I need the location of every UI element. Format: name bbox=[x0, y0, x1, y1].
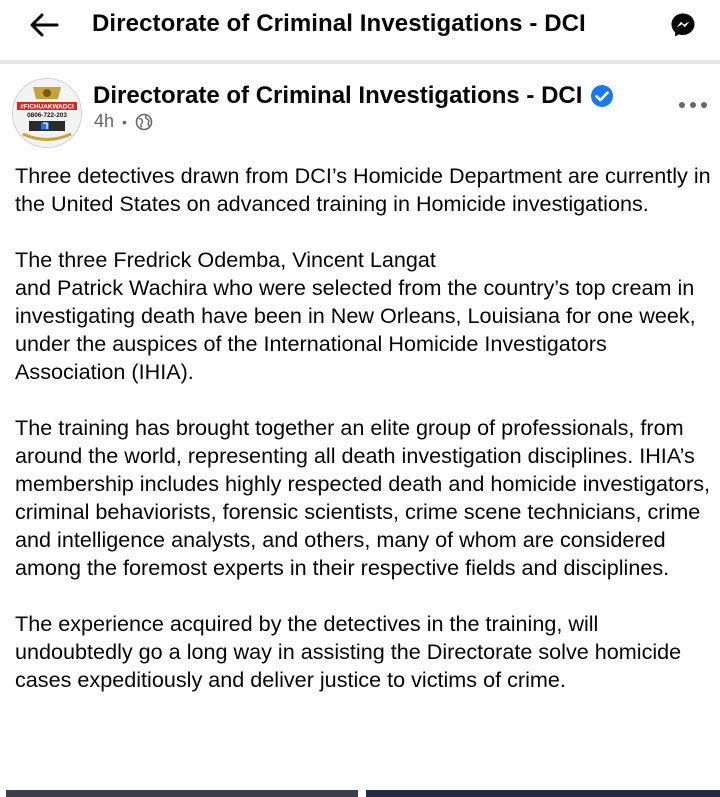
post-paragraph: Three detectives drawn from DCI’s Homici… bbox=[15, 163, 711, 216]
more-horizontal-icon bbox=[679, 102, 707, 108]
svg-text:#FICHUAKWADCI: #FICHUAKWADCI bbox=[20, 104, 74, 111]
top-app-bar: Directorate of Criminal Investigations -… bbox=[0, 0, 720, 50]
post-paragraph: The experience acquired by the detective… bbox=[15, 611, 682, 692]
dci-logo-icon: #FICHUAKWADCI 0806-722-203 bbox=[13, 79, 81, 147]
globe-icon bbox=[135, 113, 153, 131]
post-text: Three detectives drawn from DCI’s Homici… bbox=[15, 162, 715, 694]
verified-badge-icon bbox=[590, 84, 614, 108]
post-author[interactable]: Directorate of Criminal Investigations -… bbox=[93, 82, 614, 110]
post-meta: 4h • bbox=[94, 111, 153, 132]
section-divider bbox=[0, 60, 720, 64]
back-button[interactable] bbox=[26, 8, 62, 42]
messenger-icon bbox=[671, 13, 695, 37]
svg-text:0806-722-203: 0806-722-203 bbox=[27, 112, 67, 119]
avatar[interactable]: #FICHUAKWADCI 0806-722-203 bbox=[12, 78, 82, 148]
messenger-button[interactable] bbox=[664, 8, 702, 42]
media-thumbnail[interactable] bbox=[6, 790, 358, 797]
media-thumbnail[interactable] bbox=[366, 790, 720, 797]
post-media-preview[interactable] bbox=[0, 790, 720, 797]
more-options-button[interactable] bbox=[672, 92, 714, 118]
author-name[interactable]: Directorate of Criminal Investigations -… bbox=[93, 82, 582, 110]
post-paragraph: The three Fredrick Odemba, Vincent Langa… bbox=[15, 247, 696, 384]
meta-separator: • bbox=[122, 113, 127, 130]
media-thumbnail[interactable] bbox=[358, 790, 366, 797]
arrow-left-icon bbox=[30, 13, 59, 37]
page-title: Directorate of Criminal Investigations -… bbox=[92, 10, 586, 37]
post-paragraph: The training has brought together an eli… bbox=[15, 415, 710, 580]
post-timestamp[interactable]: 4h bbox=[94, 111, 114, 132]
